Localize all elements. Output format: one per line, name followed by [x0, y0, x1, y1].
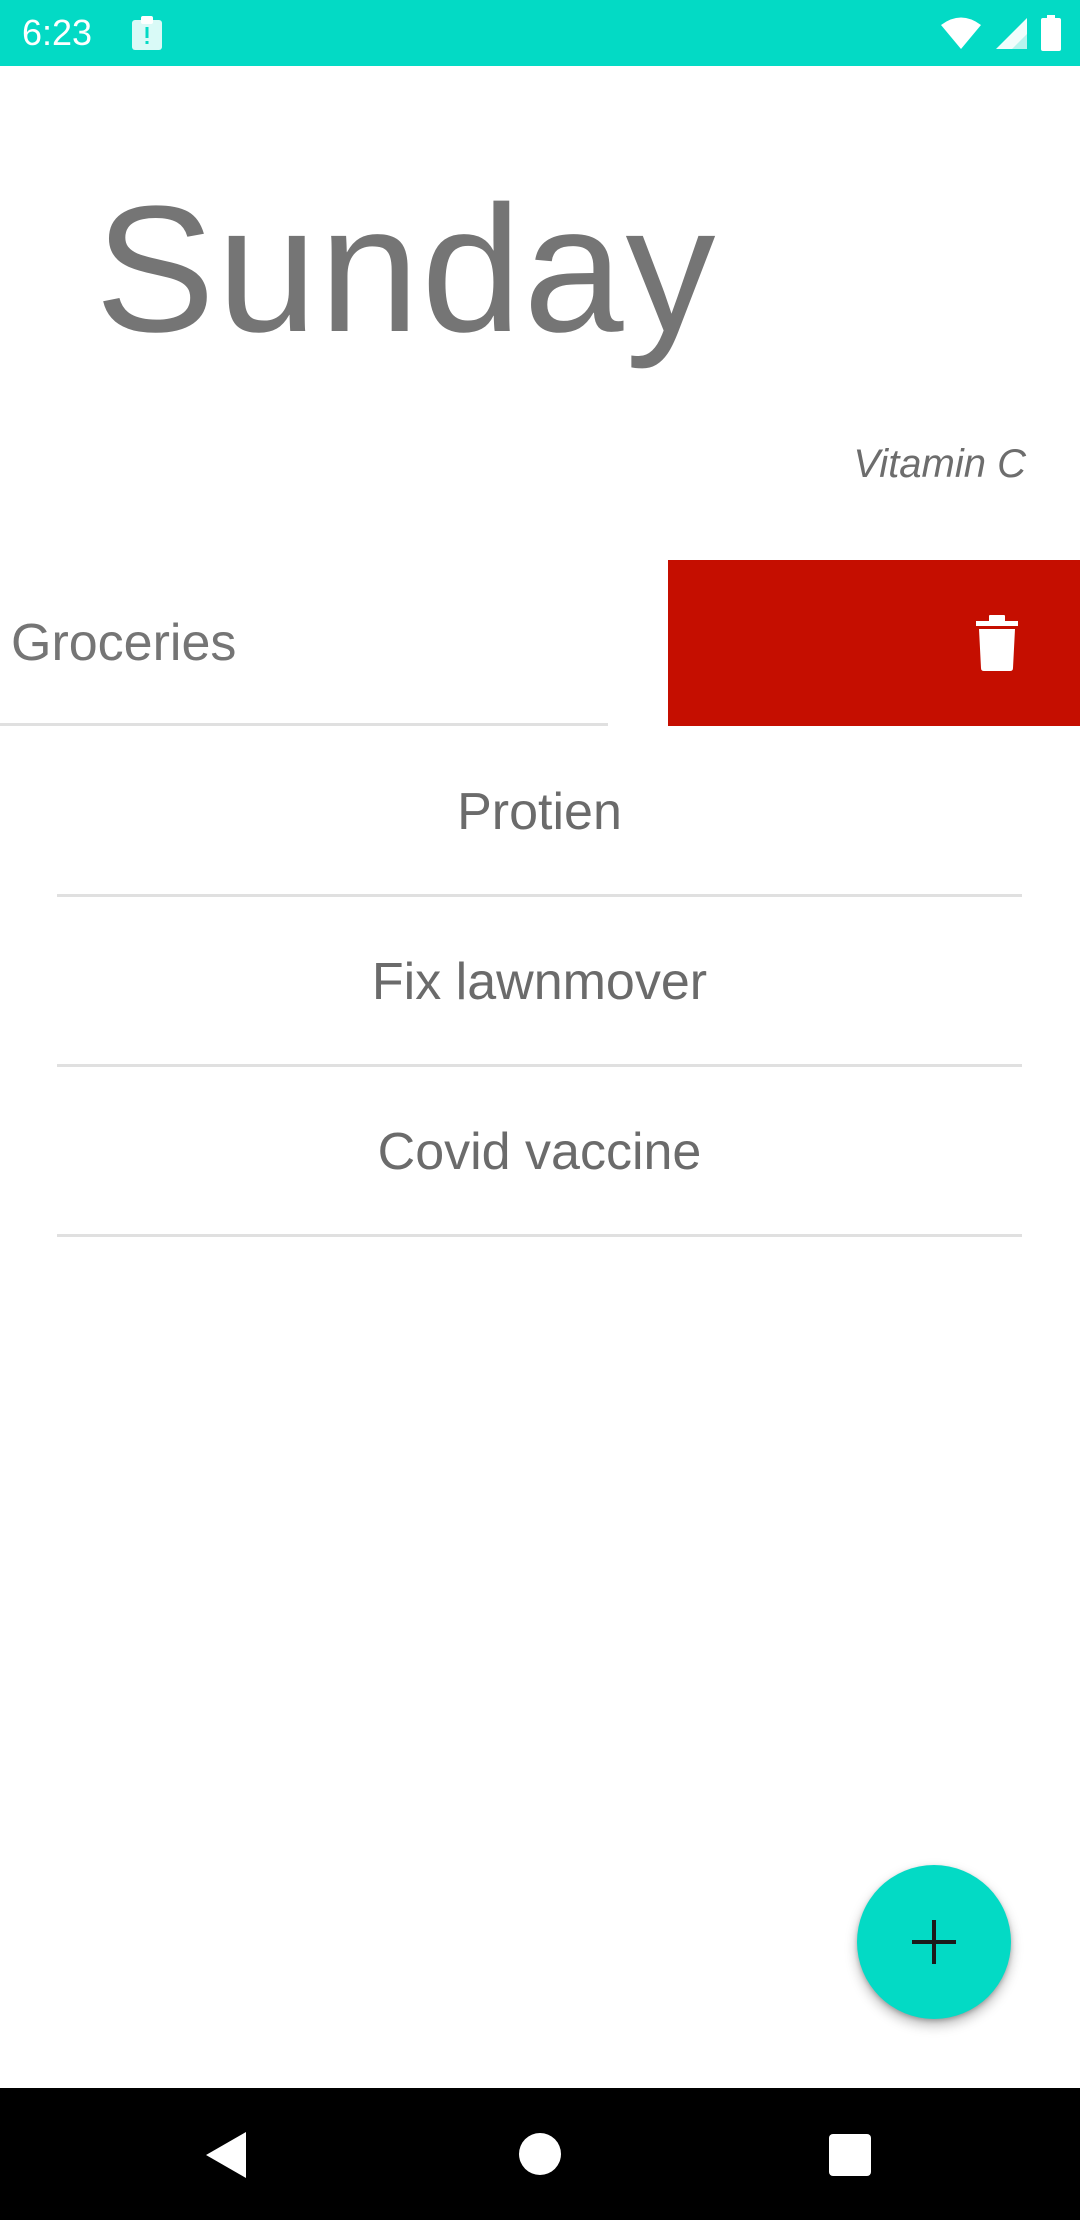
screen: 6:23 Sunday Vitamin C Groceries Protien …	[0, 0, 1080, 2220]
task-list: Protien Fix lawnmover Covid vaccine	[57, 727, 1022, 1237]
delete-button[interactable]	[668, 560, 1080, 726]
status-time: 6:23	[22, 12, 93, 53]
cell-signal-icon	[996, 18, 1027, 49]
list-item[interactable]: Protien	[57, 727, 1022, 897]
subtitle-label: Vitamin C	[853, 442, 1026, 486]
navigation-bar	[0, 2088, 1080, 2220]
add-task-button[interactable]	[857, 1865, 1011, 2019]
list-item-label: Covid vaccine	[377, 1123, 702, 1181]
swiped-list-item[interactable]: Groceries	[0, 560, 1080, 726]
wifi-icon	[941, 17, 981, 49]
status-bar: 6:23	[0, 0, 1080, 66]
list-item[interactable]: Fix lawnmover	[57, 897, 1022, 1067]
clipboard-alert-icon	[132, 16, 162, 50]
trash-icon	[976, 615, 1018, 671]
list-item[interactable]: Covid vaccine	[57, 1067, 1022, 1237]
back-icon[interactable]	[204, 2130, 248, 2180]
list-item-label: Fix lawnmover	[371, 953, 708, 1011]
status-icons	[940, 13, 1062, 53]
list-item[interactable]: Groceries	[0, 560, 608, 726]
list-item-label: Groceries	[11, 614, 237, 672]
battery-icon	[1041, 15, 1061, 51]
plus-icon	[912, 1920, 956, 1964]
list-item-label: Protien	[457, 783, 622, 841]
page-title: Sunday	[95, 169, 718, 370]
recents-icon[interactable]	[829, 2134, 871, 2176]
home-icon[interactable]	[519, 2133, 561, 2175]
